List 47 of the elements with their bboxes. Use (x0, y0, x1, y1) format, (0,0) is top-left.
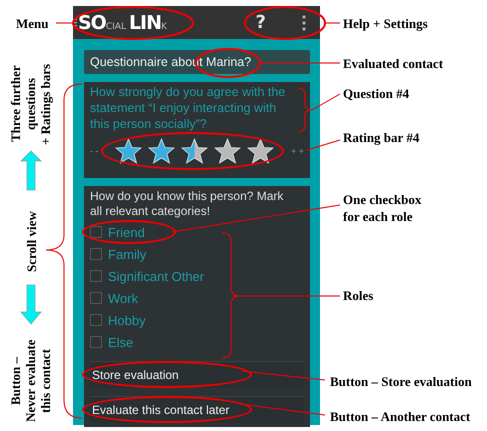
question-text: How strongly do you agree with the statement “I enjoy interacting with this person socially”? (90, 84, 286, 132)
annotation-label: Evaluated contact (343, 55, 444, 72)
checkbox[interactable] (90, 336, 102, 348)
high-label: + + (290, 146, 304, 156)
role-label[interactable]: Work (108, 290, 138, 306)
curly-brace (298, 88, 312, 132)
annotation-label: Button – Another contact (330, 408, 470, 425)
role-label[interactable]: Significant Other (108, 268, 204, 284)
more-options-icon[interactable] (302, 14, 306, 30)
checkbox[interactable] (90, 248, 102, 260)
rating-bar[interactable] (115, 138, 274, 164)
up-arrow-icon (20, 150, 42, 190)
leader-line (56, 22, 74, 24)
role-label[interactable]: Family (108, 246, 146, 262)
annotation-label: Button – Store evaluation (330, 373, 472, 390)
role-label[interactable]: Else (108, 334, 134, 350)
star-icon (181, 138, 208, 164)
annotation-label: Three further questions + Ratings bars (8, 62, 53, 147)
low-label: - - (90, 146, 98, 156)
role-label[interactable]: Hobby (108, 312, 146, 328)
star-icon (247, 138, 274, 164)
checkbox[interactable] (90, 270, 102, 282)
annotation-label: Question #4 (343, 85, 410, 102)
annotation-label: Menu (16, 15, 48, 32)
annotation-label: Rating bar #4 (343, 129, 420, 146)
action-button[interactable]: Store evaluation (90, 361, 304, 388)
down-arrow-icon (20, 284, 42, 325)
annotation-label: Roles (343, 287, 374, 304)
leader-line (306, 140, 340, 150)
checkbox[interactable] (90, 226, 102, 238)
app-logo[interactable]: SOCIAL LINK (78, 12, 170, 34)
checkbox[interactable] (90, 292, 102, 304)
leader-line (324, 22, 340, 24)
star-icon (115, 138, 142, 164)
star-icon (148, 138, 176, 164)
star-icon (214, 138, 242, 164)
action-button[interactable]: Evaluate this contact later (90, 396, 304, 423)
checkbox[interactable] (90, 314, 102, 326)
menu-icon[interactable] (73, 18, 77, 27)
annotation-label: One checkbox for each role (343, 191, 422, 225)
role-label[interactable]: Friend (108, 224, 145, 240)
annotation-label: Button – Never evaluate this contact (8, 338, 53, 424)
annotation-label: Help + Settings (343, 15, 428, 32)
roles-prompt: How do you know this person? Mark all relevant categories! (90, 189, 284, 219)
help-button[interactable]: ? (252, 12, 270, 33)
leader-line (312, 94, 340, 110)
annotation-label: Scroll view (24, 210, 39, 274)
